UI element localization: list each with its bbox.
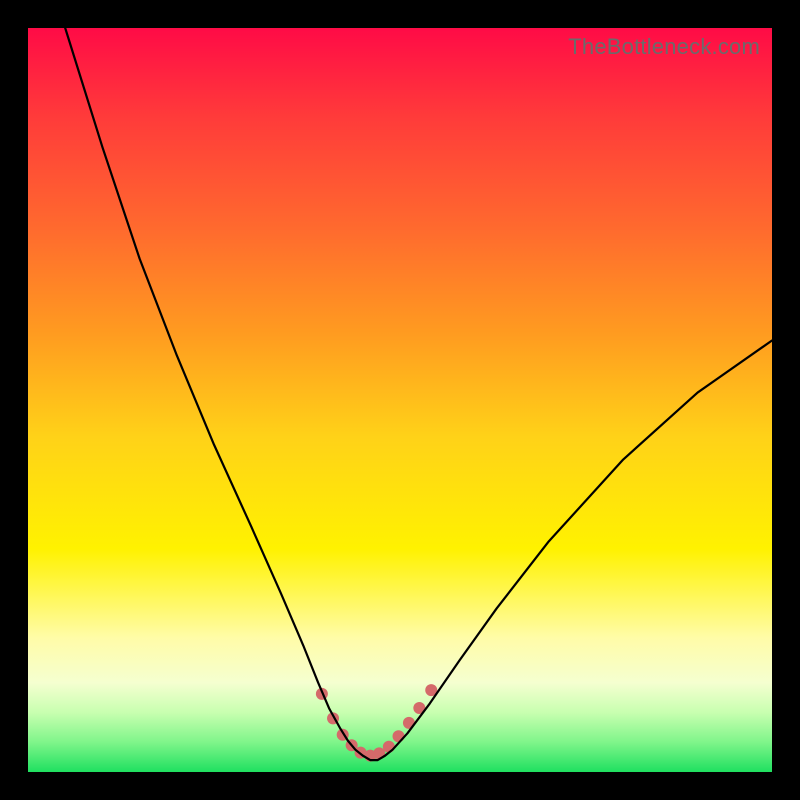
chart-stage: TheBottleneck.com bbox=[0, 0, 800, 800]
chart-svg bbox=[28, 28, 772, 772]
bottleneck-curve bbox=[65, 28, 772, 760]
plot-area: TheBottleneck.com bbox=[28, 28, 772, 772]
marker-group bbox=[316, 684, 437, 761]
marker-dot bbox=[393, 730, 405, 742]
marker-dot bbox=[383, 741, 395, 753]
